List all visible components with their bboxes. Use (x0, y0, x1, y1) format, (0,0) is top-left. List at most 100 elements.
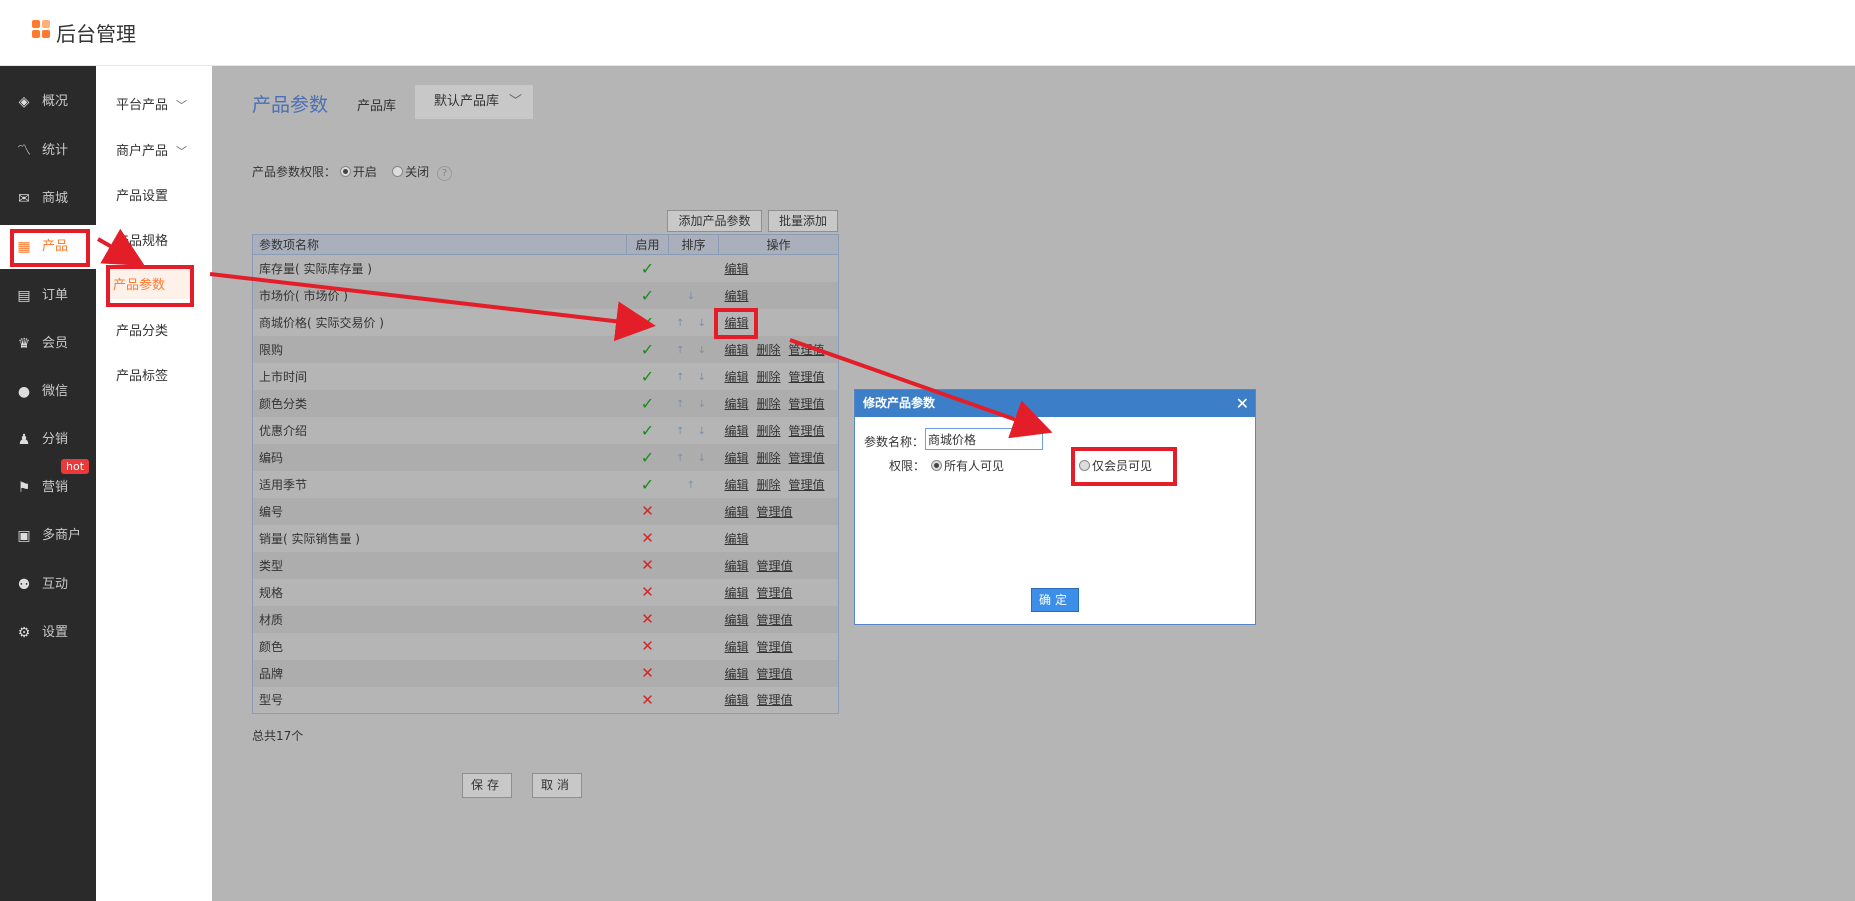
edit-link[interactable]: 编辑 (725, 532, 749, 546)
nav-item-wechat[interactable]: ● 微信 (0, 370, 96, 414)
manage-values-link[interactable]: 管理值 (757, 613, 793, 627)
manage-values-link[interactable]: 管理值 (757, 505, 793, 519)
nav-item-mall[interactable]: ✉ 商城 (0, 177, 96, 221)
nav-item-orders[interactable]: ▤ 订单 (0, 274, 96, 318)
enabled-cell[interactable]: ✓ (626, 443, 669, 471)
edit-link[interactable]: 编辑 (725, 289, 749, 303)
enabled-cell[interactable]: ✕ (627, 687, 669, 714)
enabled-cell[interactable]: ✕ (626, 659, 669, 687)
enabled-cell[interactable]: ✕ (626, 551, 669, 579)
cross-icon[interactable]: ✕ (641, 637, 654, 655)
manage-values-link[interactable]: 管理值 (789, 478, 825, 492)
sort-arrows-icon[interactable]: ↑ ↓ (676, 453, 711, 464)
delete-link[interactable]: 删除 (757, 478, 781, 492)
manage-values-link[interactable]: 管理值 (757, 586, 793, 600)
cross-icon[interactable]: ✕ (641, 583, 654, 601)
library-select[interactable]: 默认产品库 ﹀ (415, 85, 533, 119)
check-icon[interactable]: ✓ (641, 286, 654, 305)
check-icon[interactable]: ✓ (641, 340, 654, 359)
sort-arrows-icon[interactable]: ↑ ↓ (676, 318, 711, 329)
edit-link[interactable]: 编辑 (725, 451, 749, 465)
sort-arrows-icon[interactable]: ↑ (687, 480, 700, 491)
cross-icon[interactable]: ✕ (641, 610, 654, 628)
subnav-product-tags[interactable]: 产品标签 (116, 365, 168, 384)
delete-link[interactable]: 删除 (757, 451, 781, 465)
check-icon[interactable]: ✓ (641, 475, 654, 494)
enabled-cell[interactable]: ✓ (626, 389, 669, 417)
sort-arrows-icon[interactable]: ↑ ↓ (676, 372, 711, 383)
check-icon[interactable]: ✓ (641, 259, 654, 278)
enabled-cell[interactable]: ✓ (627, 471, 669, 498)
cross-icon[interactable]: ✕ (641, 664, 654, 682)
confirm-button[interactable]: 确定 (1031, 588, 1079, 612)
subnav-product-settings[interactable]: 产品设置 (116, 185, 168, 204)
option-all-visible[interactable]: 所有人可见 (931, 457, 1004, 474)
edit-link[interactable]: 编辑 (725, 667, 749, 681)
manage-values-link[interactable]: 管理值 (757, 640, 793, 654)
edit-link[interactable]: 编辑 (725, 397, 749, 411)
nav-item-stats[interactable]: 〽统计 (0, 129, 96, 173)
check-icon[interactable]: ✓ (641, 367, 654, 386)
edit-link[interactable]: 编辑 (725, 343, 749, 357)
edit-link[interactable]: 编辑 (725, 613, 749, 627)
help-icon[interactable]: ? (436, 166, 452, 181)
manage-values-link[interactable]: 管理值 (757, 693, 793, 707)
enabled-cell[interactable]: ✕ (627, 525, 669, 552)
enabled-cell[interactable]: ✓ (627, 309, 669, 336)
cross-icon[interactable]: ✕ (641, 556, 654, 574)
manage-values-link[interactable]: 管理值 (757, 667, 793, 681)
check-icon[interactable]: ✓ (641, 394, 654, 413)
edit-link[interactable]: 编辑 (725, 262, 749, 276)
enabled-cell[interactable]: ✕ (627, 579, 669, 606)
cross-icon[interactable]: ✕ (641, 502, 654, 520)
close-icon[interactable]: ✕ (1236, 390, 1249, 417)
subnav-product-specs[interactable]: 产品规格 (116, 230, 168, 249)
edit-link[interactable]: 编辑 (725, 640, 749, 654)
enabled-cell[interactable]: ✕ (627, 633, 669, 660)
subnav-product-categories[interactable]: 产品分类 (116, 320, 168, 339)
sort-arrows-icon[interactable]: ↑ ↓ (676, 399, 711, 410)
nav-item-overview[interactable]: ◈ 概况 (0, 80, 96, 124)
manage-values-link[interactable]: 管理值 (789, 370, 825, 384)
enabled-cell[interactable]: ✕ (626, 497, 669, 525)
delete-link[interactable]: 删除 (757, 343, 781, 357)
cancel-button[interactable]: 取消 (532, 773, 582, 798)
edit-link[interactable]: 编辑 (725, 586, 749, 600)
nav-item-distribution[interactable]: ♟ 分销 (0, 418, 96, 462)
permission-off-radio[interactable] (392, 166, 404, 177)
edit-link[interactable]: 编辑 (725, 370, 749, 384)
enabled-cell[interactable]: ✓ (627, 255, 669, 282)
subnav-platform-products[interactable]: 平台产品 ﹀ (116, 94, 187, 113)
check-icon[interactable]: ✓ (641, 313, 654, 332)
enabled-cell[interactable]: ✓ (626, 335, 669, 363)
sort-arrows-icon[interactable]: ↓ (687, 291, 700, 302)
manage-values-link[interactable]: 管理值 (789, 397, 825, 411)
check-icon[interactable]: ✓ (641, 421, 654, 440)
subnav-merchant-products[interactable]: 商户产品 ﹀ (116, 140, 187, 159)
nav-item-settings[interactable]: ⚙ 设置 (0, 611, 96, 655)
edit-link[interactable]: 编辑 (725, 693, 749, 707)
sort-arrows-icon[interactable]: ↑ ↓ (676, 426, 711, 437)
enabled-cell[interactable]: ✕ (626, 605, 669, 633)
delete-link[interactable]: 删除 (757, 424, 781, 438)
all-visible-radio[interactable] (931, 460, 942, 471)
manage-values-link[interactable]: 管理值 (789, 424, 825, 438)
manage-values-link[interactable]: 管理值 (789, 451, 825, 465)
edit-link[interactable]: 编辑 (725, 424, 749, 438)
nav-item-members[interactable]: ♛ 会员 (0, 322, 96, 366)
nav-item-multi-merchant[interactable]: ▣ 多商户 (0, 514, 96, 558)
manage-values-link[interactable]: 管理值 (757, 559, 793, 573)
manage-values-link[interactable]: 管理值 (789, 343, 825, 357)
add-param-button[interactable]: 添加产品参数 (667, 210, 762, 232)
edit-link[interactable]: 编辑 (725, 505, 749, 519)
edit-link[interactable]: 编辑 (725, 559, 749, 573)
enabled-cell[interactable]: ✓ (627, 417, 669, 444)
batch-add-button[interactable]: 批量添加 (768, 210, 838, 232)
cross-icon[interactable]: ✕ (641, 691, 654, 709)
param-name-input[interactable] (925, 428, 1043, 450)
enabled-cell[interactable]: ✓ (626, 281, 669, 309)
edit-link[interactable]: 编辑 (725, 478, 749, 492)
delete-link[interactable]: 删除 (757, 397, 781, 411)
delete-link[interactable]: 删除 (757, 370, 781, 384)
permission-on-radio[interactable] (339, 166, 351, 177)
